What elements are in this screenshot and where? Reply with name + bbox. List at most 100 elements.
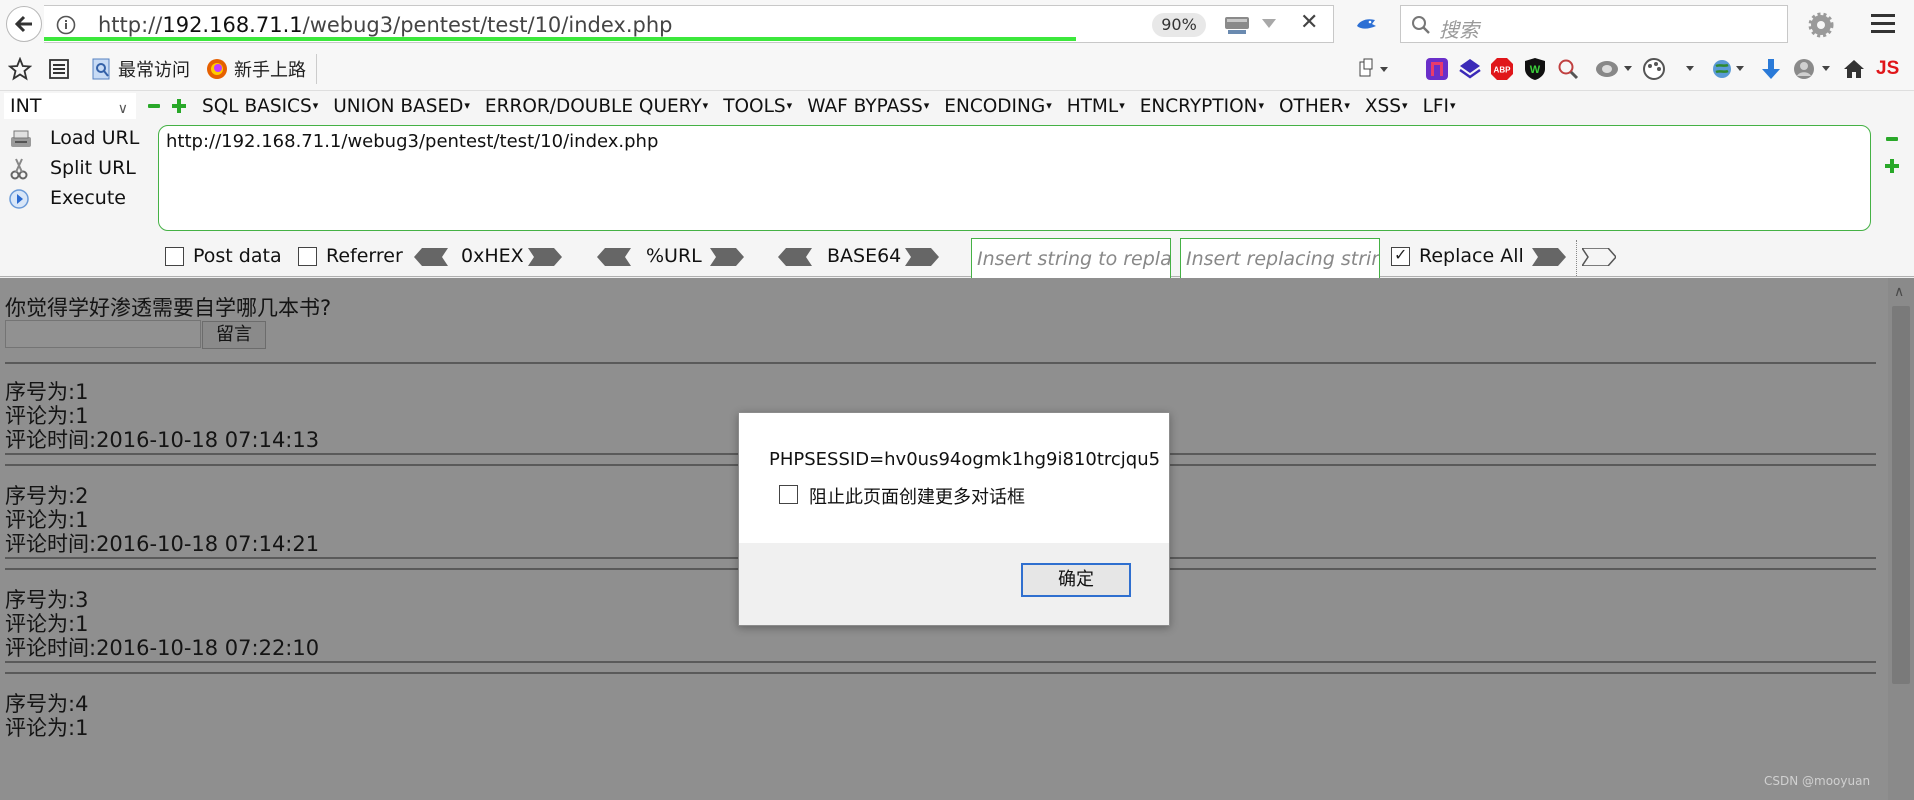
int-select[interactable]: INT ∨ — [4, 93, 136, 119]
submit-message-button[interactable]: 留言 — [202, 321, 266, 349]
palette-icon[interactable] — [1642, 57, 1698, 81]
menu-waf-bypass[interactable]: WAF BYPASS — [807, 93, 929, 119]
star-icon[interactable] — [8, 57, 32, 81]
url-encode-arrow-icon[interactable] — [710, 248, 744, 266]
menu-lfi[interactable]: LFI — [1423, 93, 1456, 119]
split-url-label: Split URL — [50, 157, 136, 179]
prevent-dialogs-checkbox[interactable] — [779, 485, 798, 504]
menu-error-double-query[interactable]: ERROR/DOUBLE QUERY — [485, 93, 708, 119]
load-url-icon — [11, 130, 31, 147]
dialog-footer: 确定 — [739, 543, 1169, 625]
menu-tools[interactable]: TOOLS — [723, 93, 792, 119]
menu-encoding[interactable]: ENCODING — [944, 93, 1051, 119]
hackbar-url-textarea[interactable]: http://192.168.71.1/webug3/pentest/test/… — [158, 125, 1871, 231]
message-input[interactable] — [5, 320, 201, 348]
shield-icon[interactable] — [1594, 57, 1634, 81]
bird-icon[interactable] — [1354, 12, 1378, 36]
bookmark-getting-started[interactable]: 新手上路 — [206, 56, 306, 82]
page-question: 你觉得学好渗透需要自学哪几本书? — [5, 296, 332, 320]
menu-sql-basics[interactable]: SQL BASICS — [202, 93, 318, 119]
remove-field-icon[interactable] — [1886, 137, 1898, 141]
replace-string-input[interactable]: Insert string to replace — [971, 238, 1171, 280]
url-text[interactable]: http://192.168.71.1/webug3/pentest/test/… — [98, 13, 672, 37]
base64-encode-arrow-icon[interactable] — [905, 248, 939, 266]
avatar-icon[interactable] — [1792, 57, 1834, 81]
url-decode-arrow-icon[interactable] — [597, 248, 631, 266]
hex-encode-arrow-icon[interactable] — [528, 248, 562, 266]
replacing-string-input[interactable]: Insert replacing string — [1180, 238, 1380, 280]
add-field-icon[interactable] — [1885, 159, 1899, 173]
inspector-icon[interactable] — [1556, 57, 1580, 81]
bookmark-most-visited[interactable]: 最常访问 — [92, 56, 190, 82]
gear-icon[interactable] — [1808, 12, 1834, 38]
adblock-plus-icon[interactable]: ABP — [1490, 57, 1514, 81]
web-of-trust-icon[interactable]: W — [1524, 57, 1546, 81]
prevent-dialogs-label: 阻止此页面创建更多对话框 — [809, 487, 1025, 508]
stylish-icon[interactable] — [1458, 57, 1482, 81]
menu-union-based[interactable]: UNION BASED — [333, 93, 470, 119]
url-encode-label: %URL — [646, 245, 702, 267]
stop-icon[interactable]: ✕ — [1300, 10, 1318, 35]
execute-button[interactable]: Execute — [6, 183, 156, 213]
site-info-icon[interactable] — [56, 15, 76, 35]
most-visited-icon — [92, 58, 110, 80]
plus-icon[interactable] — [172, 99, 186, 113]
minus-icon[interactable] — [148, 104, 160, 108]
svg-text:ABP: ABP — [1494, 66, 1512, 75]
globe-icon[interactable] — [1710, 57, 1746, 81]
divider — [5, 362, 1876, 364]
referrer-checkbox[interactable] — [298, 247, 317, 266]
page-menu-icon[interactable] — [1358, 58, 1392, 80]
play-icon — [9, 189, 29, 209]
page-scrollbar[interactable]: ∧ — [1888, 278, 1914, 800]
load-url-label: Load URL — [50, 127, 140, 149]
scrollbar-thumb[interactable] — [1892, 306, 1910, 684]
search-placeholder: 搜索 — [1439, 18, 1479, 42]
hex-label: 0xHEX — [461, 245, 524, 267]
options-separator — [1576, 240, 1577, 276]
zoom-level[interactable]: 90% — [1152, 13, 1206, 37]
back-arrow-icon — [14, 15, 32, 33]
dropdown-arrow-icon[interactable] — [1262, 19, 1276, 28]
bookmarks-separator — [316, 54, 317, 84]
load-url-button[interactable]: Load URL — [6, 123, 156, 153]
search-icon — [1412, 16, 1430, 34]
load-progress-bar — [44, 37, 1076, 41]
bookmarks-list-icon[interactable] — [48, 58, 70, 80]
execute-label: Execute — [50, 187, 126, 209]
replace-next-arrow-icon[interactable] — [1582, 248, 1616, 266]
menu-other[interactable]: OTHER — [1279, 93, 1350, 119]
split-url-button[interactable]: Split URL — [6, 153, 156, 183]
menu-xss[interactable]: XSS — [1365, 93, 1408, 119]
bookmarks-toolbar: 最常访问 新手上路 ABP W JS — [0, 48, 1914, 91]
pocket-icon[interactable] — [1426, 58, 1448, 80]
replace-all-checkbox[interactable] — [1391, 245, 1410, 266]
hex-decode-arrow-icon[interactable] — [414, 248, 448, 266]
referrer-label: Referrer — [326, 245, 403, 267]
hamburger-menu-icon[interactable] — [1870, 11, 1896, 35]
bookmark-label: 新手上路 — [234, 60, 306, 81]
replace-arrow-icon[interactable] — [1532, 248, 1566, 266]
menu-html[interactable]: HTML — [1067, 93, 1125, 119]
scroll-up-icon[interactable]: ∧ — [1894, 284, 1904, 300]
watermark: CSDN @mooyuan — [1764, 774, 1871, 788]
menu-encryption[interactable]: ENCRYPTION — [1140, 93, 1264, 119]
base64-decode-arrow-icon[interactable] — [778, 248, 812, 266]
js-icon[interactable]: JS — [1876, 58, 1899, 80]
hackbar-options: Post data Referrer 0xHEX %URL BASE64 Ins… — [0, 236, 1914, 280]
post-data-checkbox[interactable] — [165, 247, 184, 266]
post-data-label: Post data — [193, 245, 282, 267]
alert-message: PHPSESSID=hv0us94ogmk1hg9i810trcjqu5 — [769, 449, 1161, 470]
base64-label: BASE64 — [827, 245, 902, 267]
ok-button[interactable]: 确定 — [1021, 563, 1131, 597]
url-path: /webug3/pentest/test/10/index.php — [302, 13, 673, 37]
comment-content: 评论为:1 — [5, 716, 89, 740]
back-button[interactable] — [6, 6, 42, 42]
home-icon[interactable] — [1842, 57, 1866, 81]
search-box[interactable]: 搜索 — [1400, 5, 1788, 43]
hackbar-menu: SQL BASICS UNION BASED ERROR/DOUBLE QUER… — [202, 93, 1471, 119]
download-icon[interactable] — [1760, 57, 1782, 81]
comment-time: 评论时间:2016-10-18 07:22:10 — [5, 636, 320, 660]
divider — [5, 672, 1876, 674]
drive-icon[interactable] — [1224, 14, 1250, 36]
